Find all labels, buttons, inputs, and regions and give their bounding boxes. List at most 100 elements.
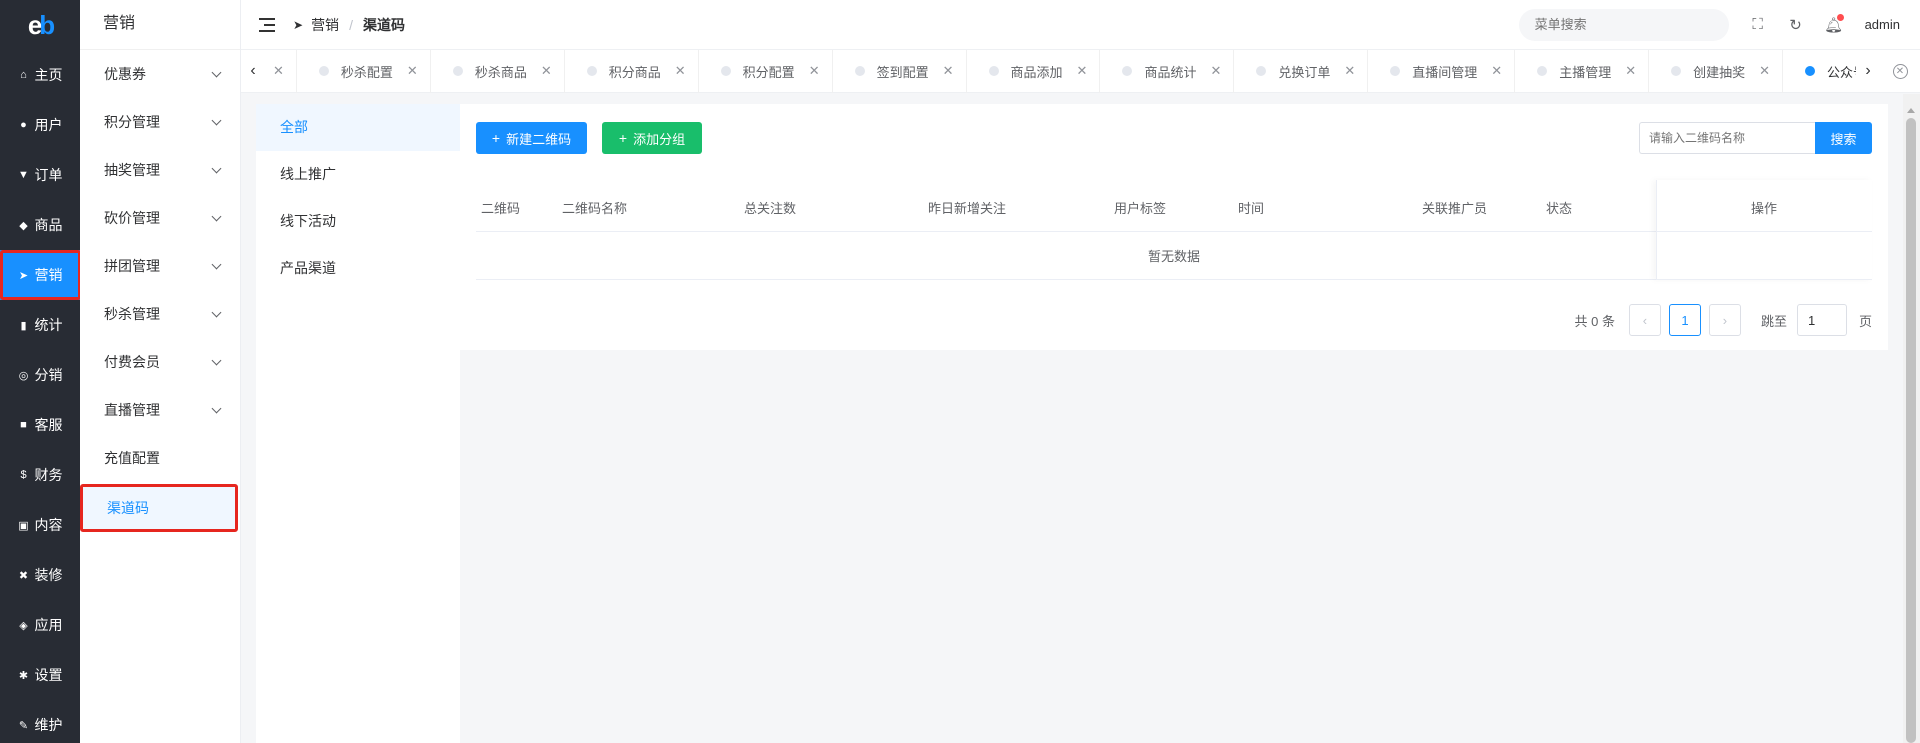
hammer-icon: ✎ [18, 719, 29, 732]
breadcrumb-current: 渠道码 [362, 16, 405, 33]
rail-item[interactable]: ✖ 装修 [0, 550, 80, 600]
tab[interactable]: 秒杀配置 ✕ [297, 49, 431, 93]
submenu-item[interactable]: 积分管理 [80, 98, 240, 146]
refresh-icon[interactable]: ↻ [1787, 16, 1805, 34]
close-icon[interactable]: ✕ [809, 63, 820, 79]
tab[interactable]: 积分配置 ✕ [699, 49, 833, 93]
close-icon[interactable]: ✕ [407, 63, 418, 79]
rail-item[interactable]: ➤ 营销 [0, 250, 81, 300]
rail-item[interactable]: ▼ 订单 [0, 150, 80, 200]
tools-icon: ✖ [18, 569, 29, 582]
rail-item[interactable]: ◈ 应用 [0, 600, 80, 650]
submenu-item[interactable]: 砍价管理 [80, 194, 240, 242]
close-icon[interactable]: ✕ [1210, 63, 1221, 79]
submenu-item[interactable]: 渠道码 [80, 484, 238, 532]
qrcode-name-input[interactable] [1639, 122, 1815, 154]
group-item[interactable]: 产品渠道 [256, 245, 460, 292]
jump-page-input[interactable] [1796, 304, 1847, 336]
fullscreen-icon[interactable]: ⛶ [1749, 16, 1767, 34]
submenu-item-label: 付费会员 [104, 354, 160, 370]
tab-label: 签到配置 [876, 64, 929, 80]
column-header: 二维码名称 [562, 201, 628, 216]
submenu-item-label: 抽奖管理 [104, 162, 160, 178]
chevron-down-icon [211, 115, 222, 125]
submenu-item[interactable]: 秒杀管理 [80, 290, 240, 338]
group-item[interactable]: 线下活动 [256, 198, 460, 245]
search-button[interactable]: 搜索 [1815, 122, 1872, 154]
qrcode-search: 搜索 [1639, 122, 1872, 154]
tab-status-dot [318, 66, 329, 76]
close-icon[interactable]: ✕ [943, 63, 954, 79]
submenu-item-label: 秒杀管理 [104, 306, 160, 322]
breadcrumb: ➤ 营销 / 渠道码 [293, 15, 405, 35]
app-logo[interactable]: eb [0, 0, 80, 50]
add-group-button[interactable]: + 添加分组 [602, 122, 702, 154]
main-content: 全部线上推广线下活动产品渠道 +新建二维码 +添加分组 搜索 操作 二维码 二维码… [241, 94, 1903, 743]
rail-item-label: 商品 [34, 217, 63, 233]
bell-icon[interactable]: 🔔︎ [1824, 13, 1844, 34]
close-icon[interactable]: ✕ [541, 63, 552, 79]
submenu-item-label: 充值配置 [104, 450, 160, 466]
column-header: 关联推广员 [1422, 201, 1488, 216]
tab[interactable]: 商品添加 ✕ [967, 49, 1101, 93]
column-header-operation: 操作 [1750, 201, 1778, 216]
rail-item[interactable]: ▮ 统计 [0, 300, 80, 350]
menu-search-input[interactable] [1518, 8, 1729, 41]
tab[interactable]: 签到配置 ✕ [833, 49, 967, 93]
tabs-next-icon[interactable]: › [1856, 50, 1880, 93]
bar-chart-icon: ▮ [20, 319, 27, 332]
close-icon[interactable]: ✕ [1344, 63, 1355, 79]
close-icon[interactable]: ✕ [675, 63, 686, 79]
submenu-item[interactable]: 充值配置 [80, 434, 240, 482]
tab[interactable]: 创建抽奖 ✕ [1649, 49, 1784, 93]
collapse-menu-icon[interactable] [259, 17, 275, 32]
tab-status-dot [1122, 66, 1133, 76]
tab[interactable]: 主播管理 ✕ [1515, 49, 1650, 93]
marketing-submenu: 营销 优惠券 积分管理 抽奖管理 砍价管理 拼团管理 秒杀管理 付费会员 直播管理 充值配置 渠道… [80, 0, 241, 743]
gear-icon: ✱ [18, 669, 29, 682]
submenu-item[interactable]: 直播管理 [80, 386, 240, 434]
cart-icon: ▼ [18, 169, 29, 181]
rail-item[interactable]: ◆ 商品 [0, 200, 80, 250]
new-qrcode-button[interactable]: + 新建二维码 [476, 122, 587, 154]
tab[interactable]: 直播间管理 ✕ [1368, 49, 1516, 93]
rail-item-label: 主页 [34, 67, 63, 83]
close-icon[interactable]: ✕ [1759, 63, 1770, 79]
group-item[interactable]: 线上推广 [256, 151, 460, 198]
rail-item-label: 维护 [34, 717, 63, 733]
tabs-prev-icon[interactable]: ‹ [241, 50, 265, 93]
tab-status-dot [1537, 66, 1548, 76]
vertical-scrollbar[interactable] [1903, 94, 1920, 743]
close-icon[interactable]: ✕ [1491, 63, 1502, 79]
submenu-item[interactable]: 抽奖管理 [80, 146, 240, 194]
next-page-icon[interactable]: › [1708, 304, 1741, 336]
rail-item[interactable]: $ 财务 [0, 450, 80, 500]
tab[interactable]: 公众号渠道码 [1783, 50, 1856, 93]
submenu-item[interactable]: 优惠券 [80, 50, 240, 98]
tab[interactable]: ✕ [265, 49, 297, 93]
rail-item[interactable]: ◎ 分销 [0, 350, 80, 400]
close-icon[interactable]: ✕ [273, 63, 284, 79]
rail-item[interactable]: ■ 客服 [0, 400, 80, 450]
breadcrumb-parent[interactable]: 营销 [311, 15, 339, 35]
rail-item[interactable]: ● 用户 [0, 100, 80, 150]
tab[interactable]: 秒杀商品 ✕ [431, 49, 565, 93]
tab[interactable]: 商品统计 ✕ [1100, 49, 1235, 93]
rail-item[interactable]: ⌂ 主页 [0, 50, 80, 100]
close-icon[interactable]: ✕ [1625, 63, 1636, 79]
tab[interactable]: 兑换订单 ✕ [1234, 49, 1369, 93]
close-icon[interactable]: ✕ [1077, 63, 1088, 79]
submenu-item[interactable]: 拼团管理 [80, 242, 240, 290]
close-all-tabs-icon[interactable]: ✕ [1880, 50, 1920, 93]
rail-item[interactable]: ✱ 设置 [0, 650, 80, 700]
tab[interactable]: 积分商品 ✕ [565, 49, 699, 93]
submenu-item[interactable]: 付费会员 [80, 338, 240, 386]
group-item[interactable]: 全部 [256, 104, 460, 151]
rail-item[interactable]: ✎ 维护 [0, 700, 80, 743]
tab-status-dot [452, 66, 463, 76]
rail-item[interactable]: ▣ 内容 [0, 500, 80, 550]
rail-item-label: 设置 [34, 667, 63, 683]
prev-page-icon[interactable]: ‹ [1628, 304, 1661, 336]
user-name[interactable]: admin [1865, 17, 1900, 32]
page-number[interactable]: 1 [1668, 304, 1701, 336]
